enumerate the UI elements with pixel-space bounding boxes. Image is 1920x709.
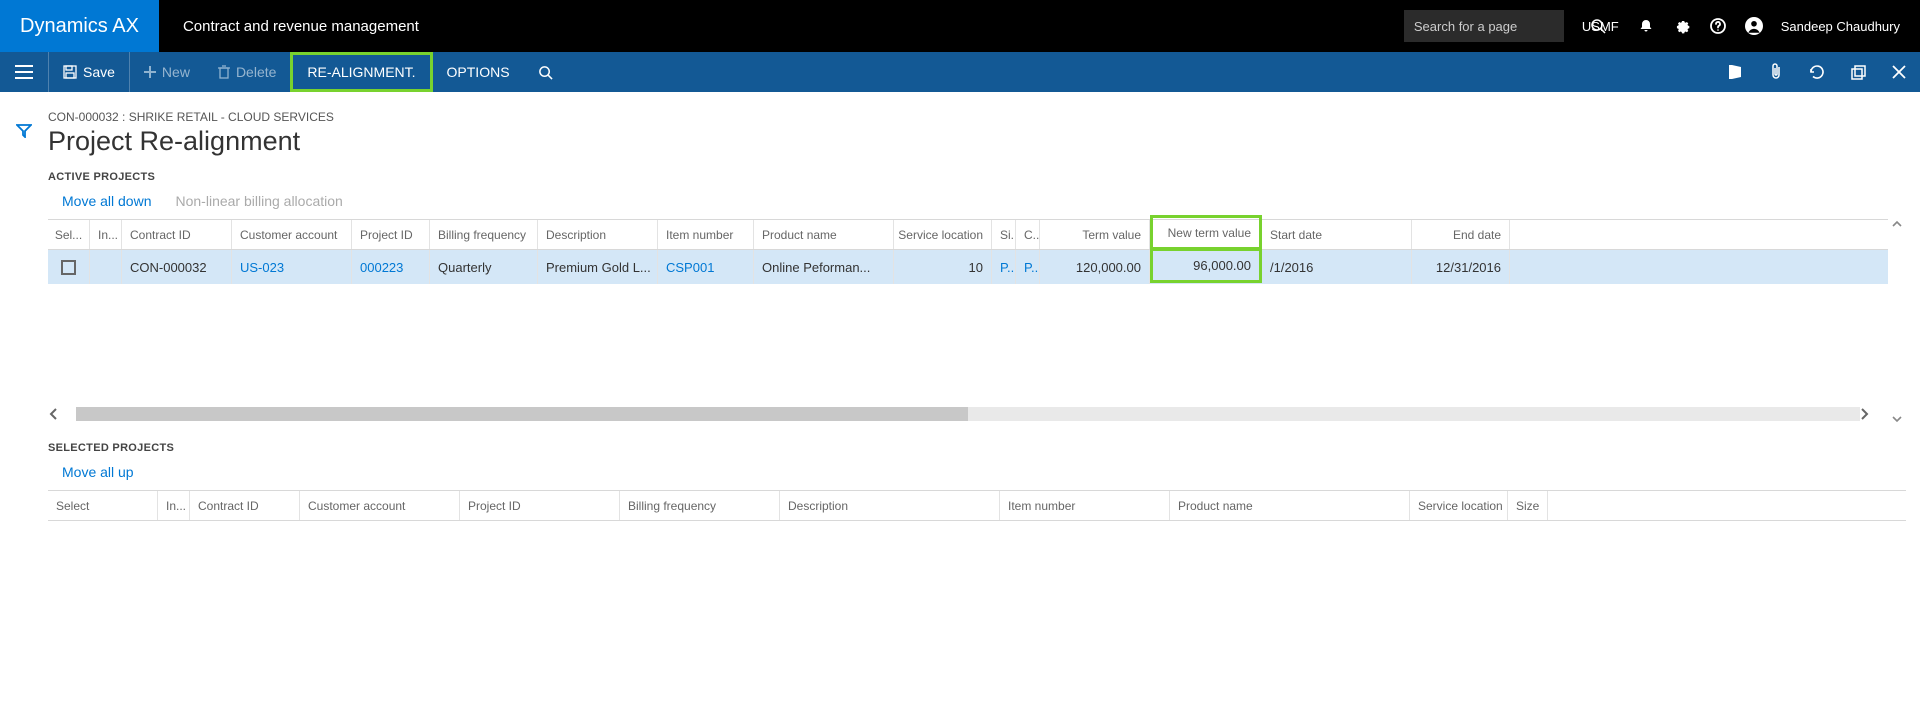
user-icon[interactable] (1745, 17, 1763, 35)
active-projects-grid: Sel... In... Contract ID Customer accoun… (48, 219, 1888, 284)
realignment-tab[interactable]: RE-ALIGNMENT. (290, 52, 432, 92)
col-item[interactable]: Item number (1000, 491, 1170, 520)
horizontal-scrollbar[interactable] (48, 404, 1888, 424)
col-customer[interactable]: Customer account (300, 491, 460, 520)
cell-service-loc: 10 (894, 250, 992, 284)
cell-end-date: 12/31/2016 (1412, 250, 1510, 284)
cell-description: Premium Gold L... (538, 250, 658, 284)
row-checkbox[interactable] (48, 250, 90, 284)
vertical-scrollbar[interactable] (1888, 219, 1906, 424)
company-picker[interactable]: USMF (1582, 19, 1619, 34)
global-search[interactable] (1404, 10, 1564, 42)
col-project-id[interactable]: Project ID (352, 220, 430, 249)
cell-billing-freq: Quarterly (430, 250, 538, 284)
col-description[interactable]: Description (780, 491, 1000, 520)
search-command[interactable] (524, 52, 567, 92)
col-size[interactable]: Size (1508, 491, 1548, 520)
bell-icon[interactable] (1637, 17, 1655, 35)
move-all-down-link[interactable]: Move all down (62, 193, 152, 209)
col-c[interactable]: C... (1016, 220, 1040, 249)
col-start-date[interactable]: Start date (1262, 220, 1412, 249)
cell-start-date: /1/2016 (1262, 250, 1412, 284)
col-customer[interactable]: Customer account (232, 220, 352, 249)
office-icon[interactable] (1721, 58, 1749, 86)
checkbox-icon[interactable] (61, 260, 76, 275)
col-contract-id[interactable]: Contract ID (122, 220, 232, 249)
delete-label: Delete (236, 64, 276, 80)
move-all-up-link[interactable]: Move all up (62, 464, 134, 480)
col-in[interactable]: In... (158, 491, 190, 520)
selected-projects-label: SELECTED PROJECTS (48, 442, 1906, 454)
save-button[interactable]: Save (48, 52, 129, 92)
cell-c[interactable]: P... (1016, 250, 1040, 284)
col-new-term-value[interactable]: New term value (1150, 215, 1262, 251)
cell-customer[interactable]: US-023 (232, 250, 352, 284)
scroll-thumb[interactable] (76, 407, 968, 421)
scroll-track[interactable] (76, 407, 1860, 421)
cell-new-term-value[interactable]: 96,000.00 (1150, 247, 1262, 283)
close-icon[interactable] (1886, 59, 1912, 85)
cell-term-value: 120,000.00 (1040, 250, 1150, 284)
grid-header: Sel... In... Contract ID Customer accoun… (48, 220, 1888, 250)
grid-header: Select In... Contract ID Customer accoun… (48, 491, 1906, 521)
delete-button[interactable]: Delete (204, 52, 290, 92)
cell-si[interactable]: P... (992, 250, 1016, 284)
new-label: New (162, 64, 190, 80)
col-term-value[interactable]: Term value (1040, 220, 1150, 249)
username[interactable]: Sandeep Chaudhury (1781, 19, 1900, 34)
active-projects-label: ACTIVE PROJECTS (48, 171, 1906, 183)
topbar: Dynamics AX Contract and revenue managem… (0, 0, 1920, 52)
col-select[interactable]: Select (48, 491, 158, 520)
col-si[interactable]: Si... (992, 220, 1016, 249)
new-button[interactable]: New (129, 52, 204, 92)
hamburger-icon[interactable] (0, 65, 48, 79)
col-product-name[interactable]: Product name (1170, 491, 1410, 520)
selected-projects-grid: Select In... Contract ID Customer accoun… (48, 490, 1906, 521)
col-end-date[interactable]: End date (1412, 220, 1510, 249)
col-billing-freq[interactable]: Billing frequency (620, 491, 780, 520)
col-product-name[interactable]: Product name (754, 220, 894, 249)
cell-contract-id: CON-000032 (122, 250, 232, 284)
scroll-down-icon[interactable] (1891, 414, 1903, 424)
gear-icon[interactable] (1673, 17, 1691, 35)
cell-project-id[interactable]: 000223 (352, 250, 430, 284)
brand-logo[interactable]: Dynamics AX (0, 0, 159, 52)
col-select[interactable]: Sel... (48, 220, 90, 249)
nonlinear-link: Non-linear billing allocation (176, 193, 343, 209)
col-service-loc[interactable]: Service location (894, 220, 992, 249)
content-area: CON-000032 : SHRIKE RETAIL - CLOUD SERVI… (0, 92, 1920, 521)
refresh-icon[interactable] (1803, 58, 1831, 86)
col-project-id[interactable]: Project ID (460, 491, 620, 520)
breadcrumb: Contract and revenue management (159, 18, 443, 35)
table-row[interactable]: CON-000032 US-023 000223 Quarterly Premi… (48, 250, 1888, 284)
realignment-label: RE-ALIGNMENT. (307, 64, 415, 80)
col-contract-id[interactable]: Contract ID (190, 491, 300, 520)
scroll-left-icon[interactable] (48, 407, 76, 421)
scroll-up-icon[interactable] (1891, 219, 1903, 229)
col-service-loc[interactable]: Service location (1410, 491, 1508, 520)
search-input[interactable] (1414, 19, 1590, 34)
col-item[interactable]: Item number (658, 220, 754, 249)
filter-icon[interactable] (16, 124, 32, 521)
col-in[interactable]: In... (90, 220, 122, 249)
help-icon[interactable] (1709, 17, 1727, 35)
popout-icon[interactable] (1845, 59, 1872, 86)
filter-column (0, 92, 48, 521)
command-bar: Save New Delete RE-ALIGNMENT. OPTIONS (0, 52, 1920, 92)
cell-item[interactable]: CSP001 (658, 250, 754, 284)
col-description[interactable]: Description (538, 220, 658, 249)
page-title: Project Re-alignment (48, 126, 1906, 157)
save-label: Save (83, 64, 115, 80)
cell-in (90, 250, 122, 284)
options-tab[interactable]: OPTIONS (433, 52, 524, 92)
options-label: OPTIONS (447, 64, 510, 80)
cell-product-name: Online Peforman... (754, 250, 894, 284)
page-context: CON-000032 : SHRIKE RETAIL - CLOUD SERVI… (48, 110, 1906, 124)
col-billing-freq[interactable]: Billing frequency (430, 220, 538, 249)
attachment-icon[interactable] (1763, 57, 1789, 87)
scroll-right-icon[interactable] (1860, 407, 1888, 421)
